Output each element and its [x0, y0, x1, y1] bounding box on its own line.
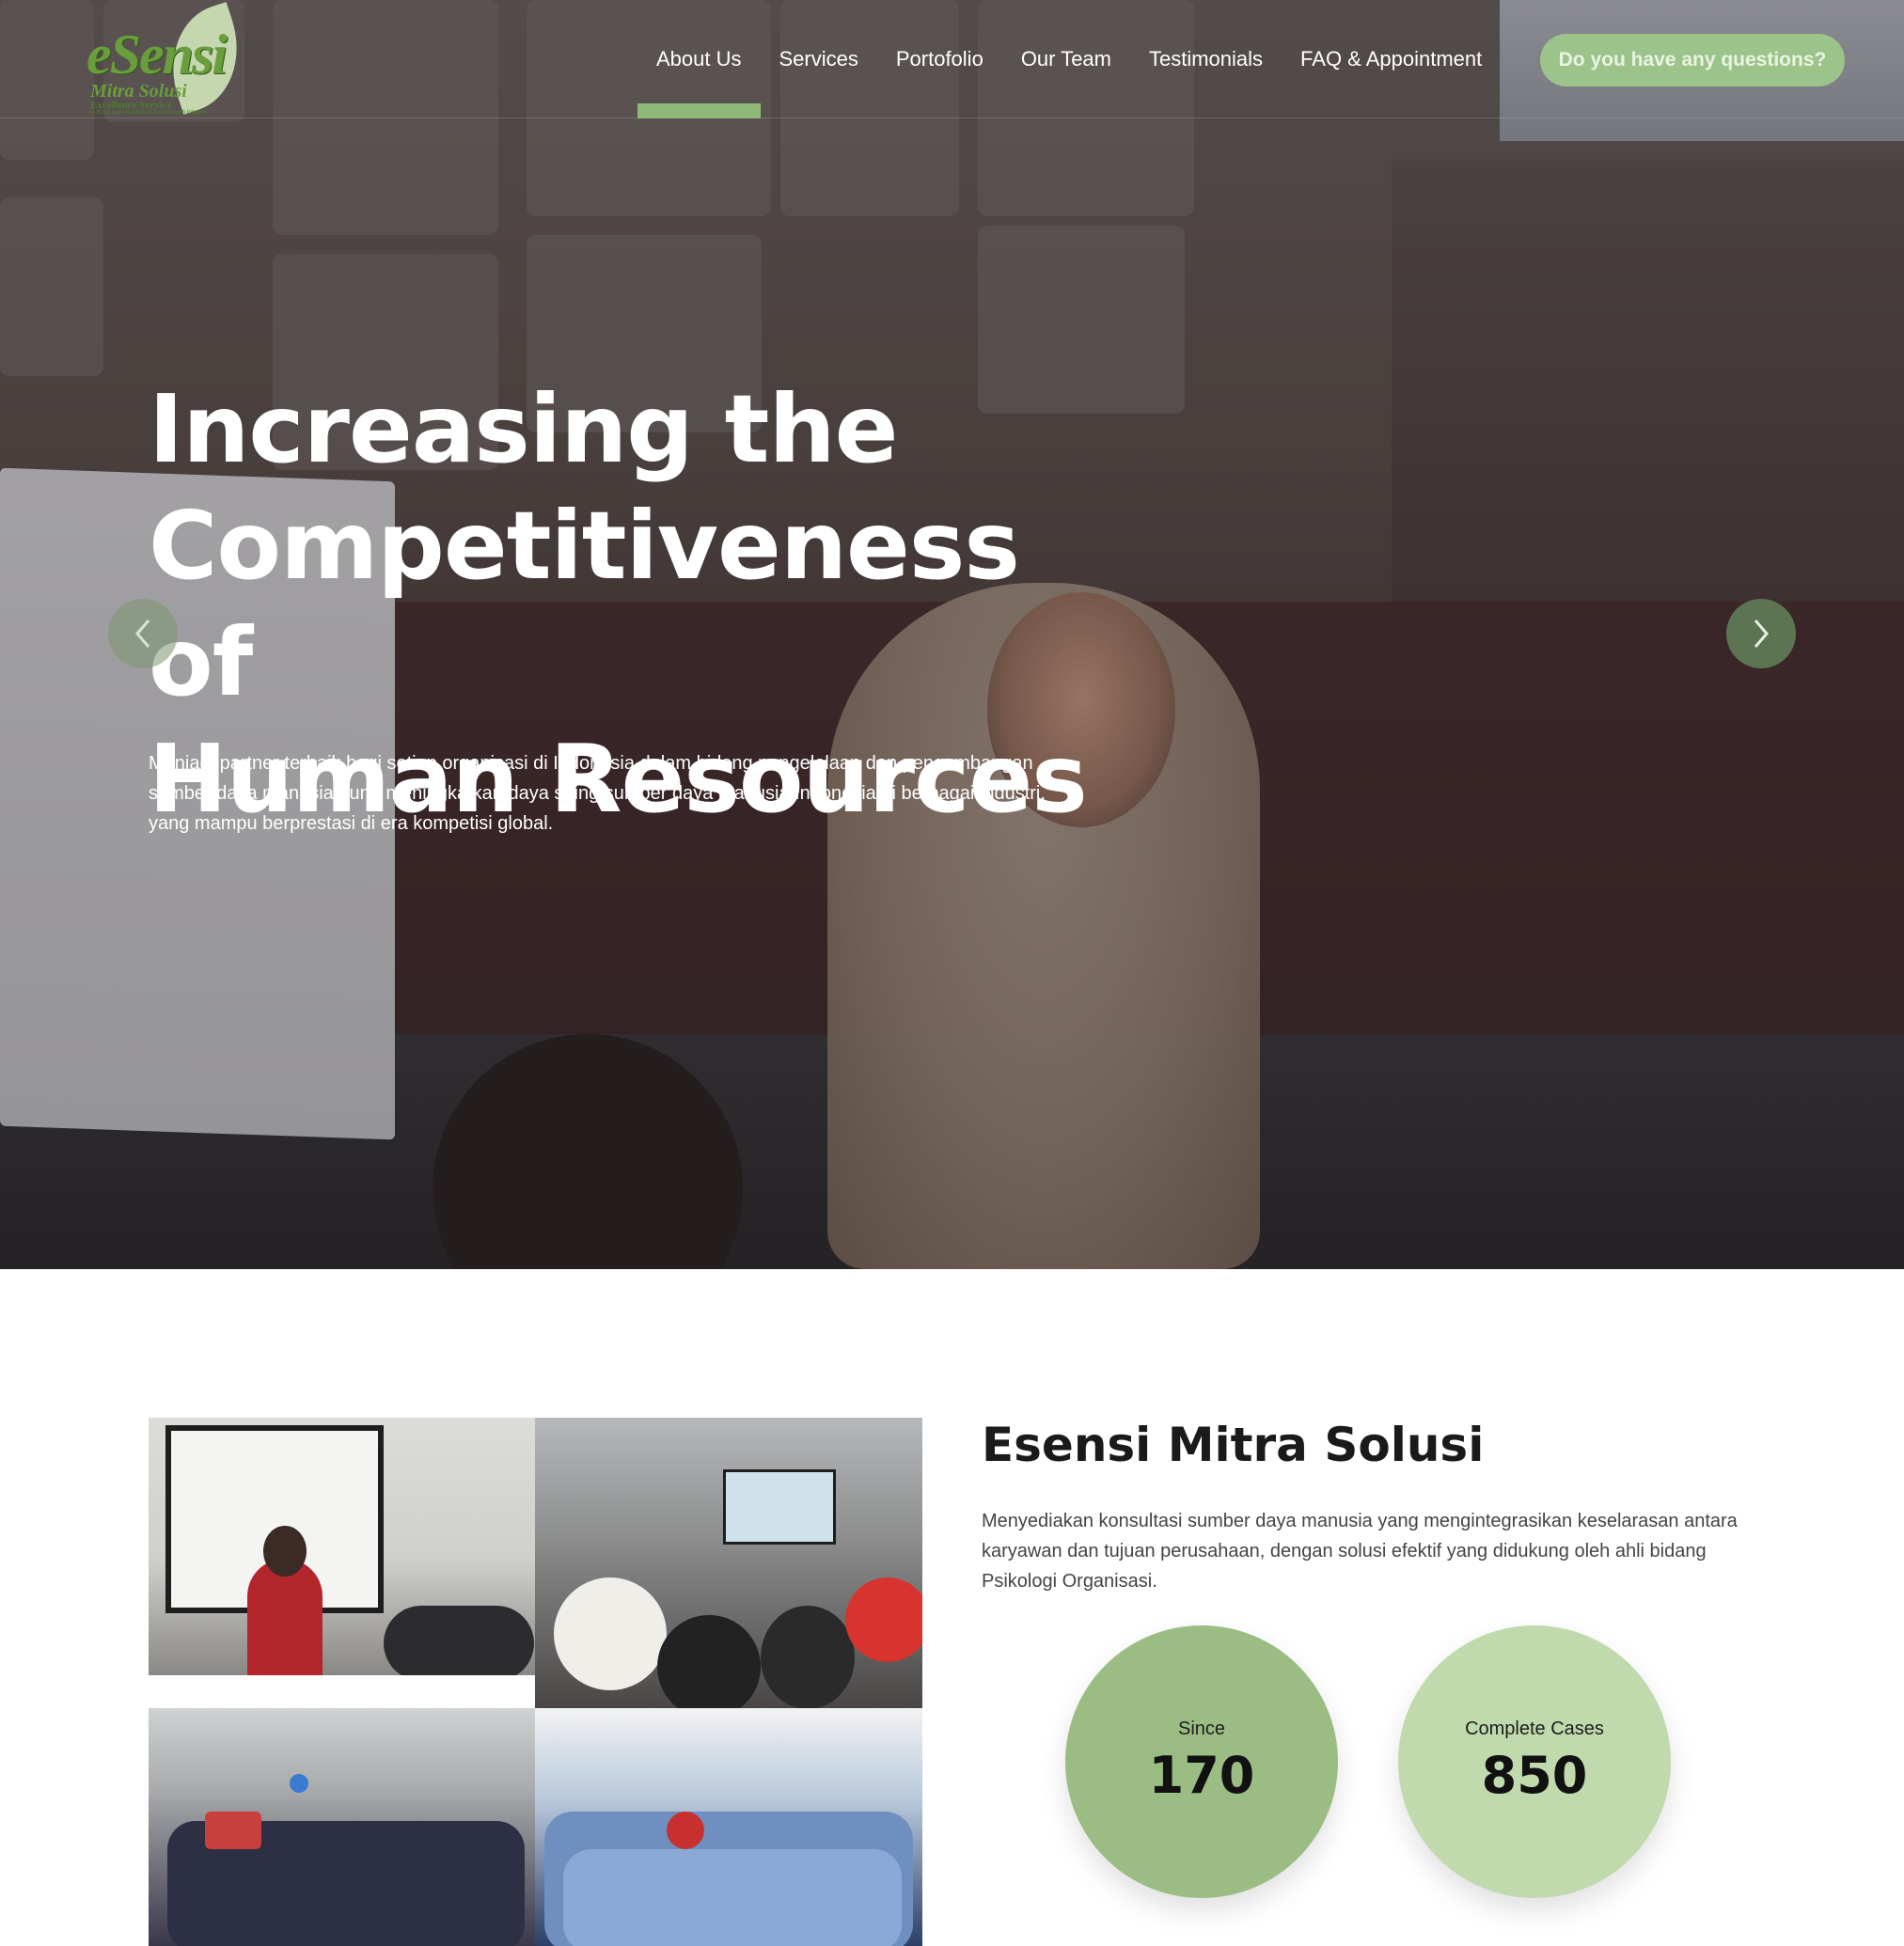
stat-value: 850 — [1481, 1746, 1588, 1805]
gallery-photo[interactable] — [149, 1418, 535, 1675]
nav-item-testimonials[interactable]: Testimonials — [1130, 0, 1282, 118]
hero-title-line: Increasing the — [149, 374, 899, 484]
hero-title-line: Competitiveness of — [149, 491, 1020, 717]
nav-item-services[interactable]: Services — [761, 0, 877, 118]
hero-slider: Increasing the Competitiveness of Human … — [0, 0, 1904, 1269]
logo-subtagline: to Encourage Number of Solution with Int… — [90, 110, 208, 116]
stat-label: Since — [1177, 1718, 1226, 1739]
stat-value: 170 — [1148, 1746, 1255, 1805]
slider-prev-button[interactable] — [108, 599, 178, 668]
gallery-photo[interactable] — [149, 1708, 535, 1946]
photo-gallery — [149, 1418, 922, 1946]
stat-complete-cases: Complete Cases 850 — [1398, 1625, 1671, 1898]
brand-logo[interactable]: eSensi Mitra Solusi Excellence Service t… — [87, 2, 256, 116]
chevron-left-icon — [135, 620, 150, 648]
top-navigation: eSensi Mitra Solusi Excellence Service t… — [0, 0, 1904, 118]
stat-since: Since 170 — [1065, 1625, 1338, 1898]
logo-mark: eSensi — [87, 24, 228, 86]
main-menu: About Us Services Portofolio Our Team Te… — [637, 0, 1501, 118]
gallery-photo[interactable] — [535, 1418, 922, 1708]
nav-item-portofolio[interactable]: Portofolio — [877, 0, 1002, 118]
nav-item-about-us[interactable]: About Us — [637, 0, 761, 118]
chevron-right-icon — [1754, 620, 1769, 648]
gallery-photo[interactable] — [535, 1708, 922, 1946]
about-description: Menyediakan konsultasi sumber daya manus… — [982, 1511, 1738, 1592]
hero-description: Menjadi partner terbaik bagi setiap orga… — [149, 753, 1046, 834]
nav-item-our-team[interactable]: Our Team — [1002, 0, 1130, 118]
stat-label: Complete Cases — [1465, 1718, 1604, 1739]
questions-button[interactable]: Do you have any questions? — [1540, 34, 1845, 86]
slider-next-button[interactable] — [1726, 599, 1796, 668]
about-title: Esensi Mitra Solusi — [982, 1418, 1485, 1472]
nav-item-faq-appointment[interactable]: FAQ & Appointment — [1282, 0, 1501, 118]
